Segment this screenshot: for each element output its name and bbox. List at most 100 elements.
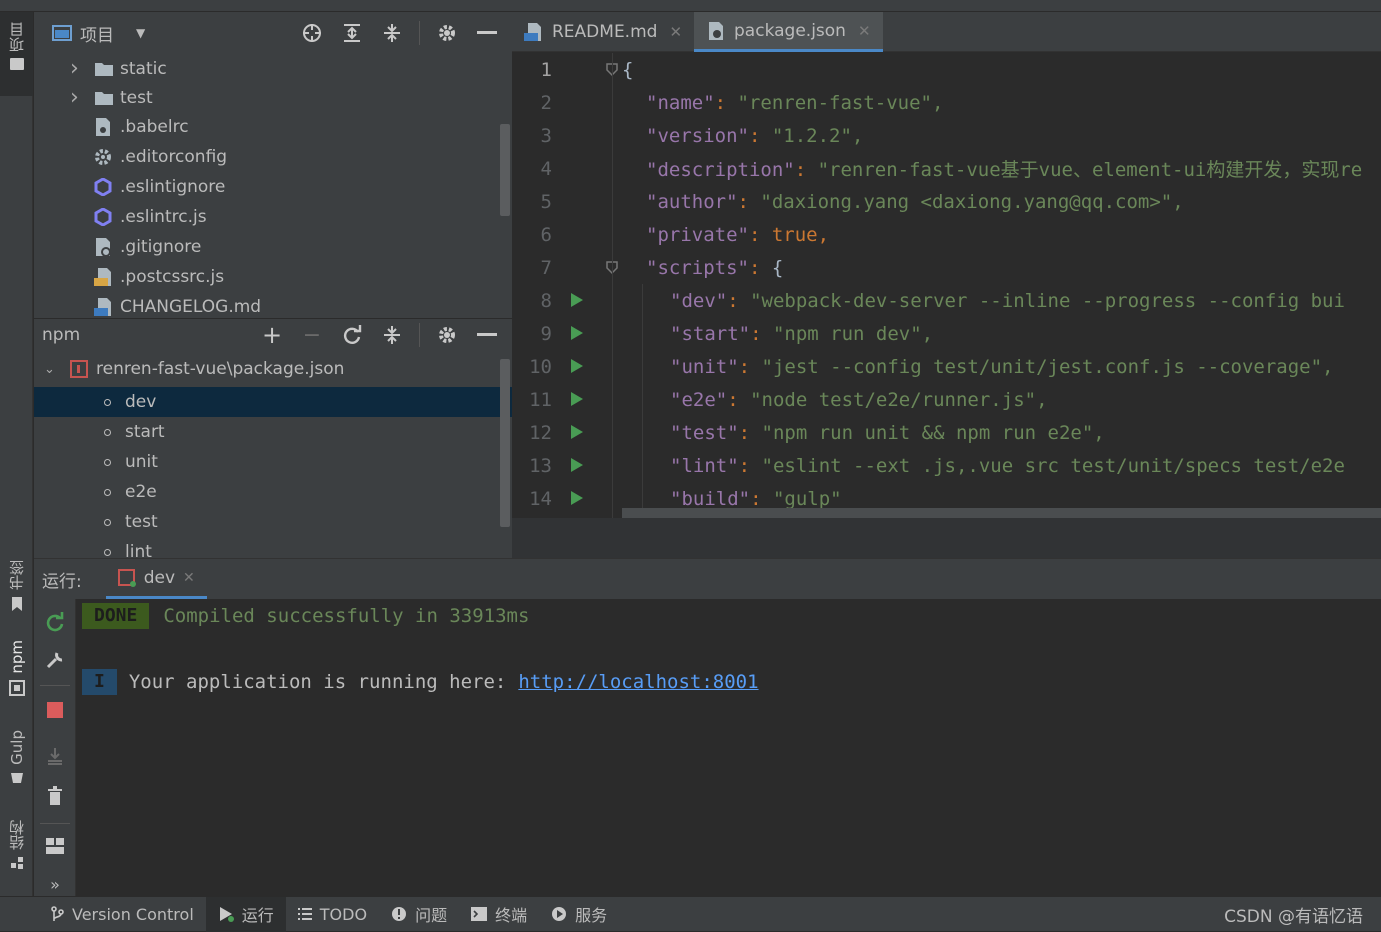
status-item-0[interactable]: Version Control	[38, 897, 206, 932]
trash-icon[interactable]	[42, 783, 68, 809]
status-item-3[interactable]: 问题	[379, 897, 459, 932]
done-badge: DONE	[82, 603, 150, 629]
tab-package-json[interactable]: package.json ✕	[694, 12, 883, 52]
run-script-icon[interactable]	[562, 383, 607, 416]
close-icon[interactable]: ✕	[183, 570, 195, 586]
run-tab-dev[interactable]: dev ✕	[105, 559, 207, 599]
tree-file[interactable]: .eslintignore	[34, 172, 512, 202]
npm-script-label: test	[125, 512, 158, 532]
gutter	[562, 86, 607, 119]
left-tool-strip: 项目 书签 npm Gulp 结构	[0, 12, 33, 896]
json-file-icon	[706, 21, 726, 41]
npm-tree-scrollbar[interactable]	[500, 359, 510, 527]
layout-icon[interactable]	[42, 833, 68, 859]
line-number: 14	[529, 487, 552, 510]
npm-script-label: dev	[125, 392, 157, 412]
hide-panel-icon[interactable]	[474, 20, 500, 46]
npm-script-e2e[interactable]: e2e	[34, 477, 512, 507]
tree-folder[interactable]: › static	[34, 54, 512, 83]
tree-file[interactable]: .babelrc	[34, 112, 512, 142]
npm-script-unit[interactable]: unit	[34, 447, 512, 477]
project-panel-title[interactable]: 项目	[80, 21, 114, 46]
gutter	[562, 53, 618, 86]
stop-icon[interactable]	[42, 697, 68, 723]
terminal-icon	[471, 907, 488, 921]
tool-tab-gulp[interactable]: Gulp	[0, 730, 33, 804]
line-number: 12	[529, 421, 552, 444]
tree-file[interactable]: .editorconfig	[34, 142, 512, 172]
scroll-to-end-icon[interactable]	[42, 743, 68, 769]
gutter-divider	[612, 53, 613, 521]
locate-icon[interactable]	[299, 20, 325, 46]
project-tree-scrollbar[interactable]	[500, 124, 510, 216]
line-number: 7	[540, 256, 552, 279]
tool-tab-bookmarks[interactable]: 书签	[0, 560, 33, 634]
status-item-2[interactable]: TODO	[286, 897, 379, 932]
gear-icon[interactable]	[434, 20, 460, 46]
remove-icon[interactable]: −	[299, 322, 325, 348]
status-item-label: 运行	[241, 906, 274, 925]
line-number: 13	[529, 454, 552, 477]
code-text: "author": "daxiong.yang <daxiong.yang@qq…	[646, 190, 1184, 213]
npm-script-lint[interactable]: lint	[34, 537, 512, 558]
run-script-icon[interactable]	[562, 482, 607, 515]
wrench-icon[interactable]	[42, 647, 68, 673]
run-script-icon[interactable]	[562, 449, 607, 482]
horizontal-scrollbar[interactable]	[622, 508, 1381, 518]
status-item-1[interactable]: 运行	[205, 896, 286, 932]
more-icon[interactable]: »	[42, 871, 68, 897]
localhost-link[interactable]: http://localhost:8001	[518, 671, 758, 693]
tree-file[interactable]: .postcssrc.js	[34, 262, 512, 292]
gutter	[562, 152, 607, 185]
tool-tab-structure[interactable]: 结构	[0, 820, 33, 894]
code-line: 5 "author": "daxiong.yang <daxiong.yang@q…	[512, 185, 1381, 218]
tab-readme-md[interactable]: README.md ✕	[512, 12, 694, 52]
hide-panel-icon[interactable]	[474, 322, 500, 348]
add-icon[interactable]: +	[259, 321, 285, 349]
line-number: 8	[540, 289, 552, 312]
project-tree: › static › test .babelrc .editorconfig .eslint…	[34, 54, 512, 322]
chevron-down-icon: ⌄	[44, 361, 55, 377]
collapse-all-icon[interactable]	[379, 20, 405, 46]
chevron-right-icon[interactable]: ›	[70, 85, 84, 110]
status-item-5[interactable]: 服务	[539, 897, 619, 932]
tree-file[interactable]: .eslintrc.js	[34, 202, 512, 232]
tree-item-label: test	[120, 87, 153, 108]
gear-icon[interactable]	[434, 322, 460, 348]
expand-all-icon[interactable]	[339, 20, 365, 46]
collapse-all-icon[interactable]	[379, 322, 405, 348]
chevron-down-icon[interactable]: ▼	[136, 26, 145, 40]
run-script-icon[interactable]	[562, 416, 607, 449]
run-toolbar: »	[34, 599, 76, 897]
status-item-4[interactable]: 终端	[459, 897, 539, 932]
run-script-icon[interactable]	[562, 284, 607, 317]
tree-file[interactable]: .gitignore	[34, 232, 512, 262]
npm-script-start[interactable]: start	[34, 417, 512, 447]
run-script-icon[interactable]	[562, 350, 607, 383]
status-item-label: TODO	[319, 904, 368, 924]
info-badge: I	[82, 669, 117, 695]
code-text: "description": "renren-fast-vue基于vue、ele…	[646, 159, 1363, 181]
tool-tab-npm[interactable]: npm	[0, 640, 33, 710]
config-file-icon	[94, 117, 116, 137]
tree-item-label: .postcssrc.js	[120, 267, 225, 287]
ignore-file-icon	[94, 237, 116, 257]
tool-tab-project[interactable]: 项目	[0, 12, 33, 96]
npm-package-node[interactable]: ⌄ renren-fast-vue\package.json	[34, 351, 512, 387]
npm-script-test[interactable]: test	[34, 507, 512, 537]
script-bullet-icon	[104, 548, 111, 556]
code-area[interactable]: 1{2 "name": "renren-fast-vue", 3 "version":…	[512, 53, 1381, 521]
console-output[interactable]: DONE Compiled successfully in 33913ms I …	[82, 599, 759, 695]
close-icon[interactable]: ✕	[858, 22, 871, 40]
chevron-right-icon[interactable]: ›	[70, 56, 84, 81]
status-item-label: 问题	[415, 906, 448, 925]
reload-icon[interactable]	[339, 322, 365, 348]
tree-folder[interactable]: › test	[34, 83, 512, 112]
run-script-icon[interactable]	[562, 317, 607, 350]
npm-script-dev[interactable]: dev	[34, 387, 512, 417]
code-text: {	[622, 58, 634, 81]
line-number: 2	[540, 91, 552, 114]
code-line: 4 "description": "renren-fast-vue基于vue、el…	[512, 152, 1381, 185]
close-icon[interactable]: ✕	[669, 23, 682, 41]
rerun-icon[interactable]	[42, 609, 68, 635]
